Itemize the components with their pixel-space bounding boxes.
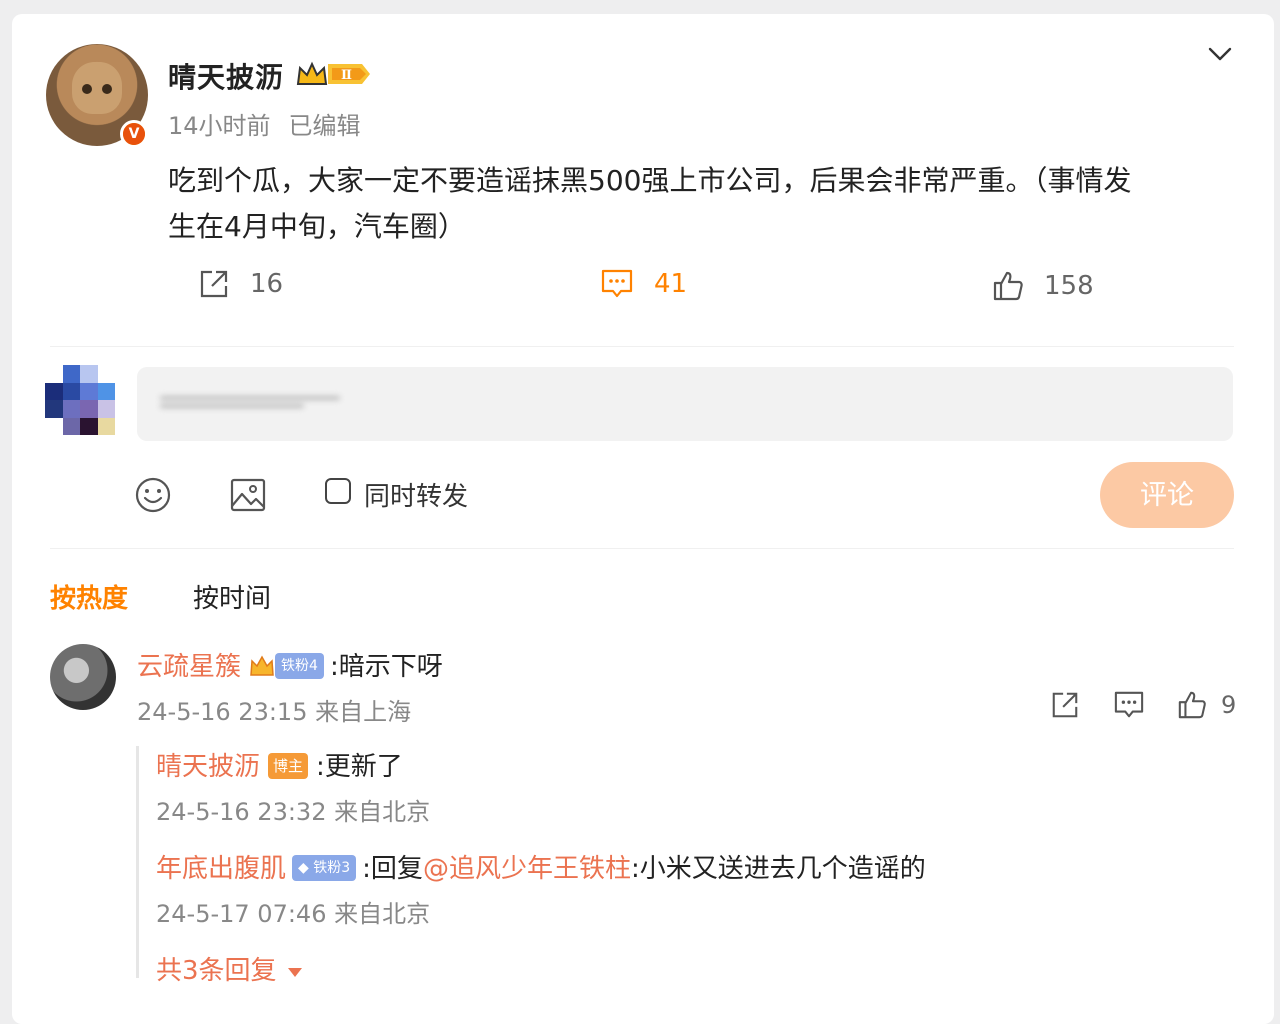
verified-badge: V xyxy=(120,120,148,148)
commenter-name[interactable]: 云疏星簇 xyxy=(137,652,241,682)
repost-checkbox-label[interactable]: 同时转发 xyxy=(364,476,468,513)
share-icon[interactable] xyxy=(1050,690,1080,720)
like-count: 158 xyxy=(1044,271,1094,301)
emoji-icon[interactable] xyxy=(134,476,172,514)
blurred-placeholder xyxy=(160,392,340,416)
thumbs-up-icon xyxy=(1178,691,1206,719)
reply-thread-bar xyxy=(136,746,139,978)
author-name[interactable]: 晴天披沥 xyxy=(168,56,284,96)
host-badge: 博主 xyxy=(268,752,309,779)
eye-right xyxy=(102,84,112,94)
post-text-line-1: 吃到个瓜，大家一定不要造谣抹黑500强上市公司，后果会非常严重。（事情发 xyxy=(168,164,1132,197)
fan-crown-icon xyxy=(250,654,274,676)
commenter-avatar[interactable] xyxy=(50,644,116,710)
eye-left xyxy=(82,84,92,94)
repost-button[interactable]: 16 xyxy=(198,268,283,300)
diamond-icon: ◆ xyxy=(298,859,309,876)
fan-badge[interactable]: ◆ 铁粉3 xyxy=(292,854,357,881)
caret-down-icon xyxy=(287,967,302,977)
tab-sort-time[interactable]: 按时间 xyxy=(193,578,271,615)
post-time: 14小时前 xyxy=(168,112,271,140)
share-icon xyxy=(200,270,228,298)
reply-text: :更新了 xyxy=(316,752,403,782)
reply-time: 24-5-17 07:46 来自北京 xyxy=(156,900,431,928)
fan-badge-label: 铁粉3 xyxy=(313,859,351,876)
reply-author-name[interactable]: 晴天披沥 xyxy=(156,752,260,782)
member-crown-icon[interactable]: Ⅱ xyxy=(296,60,372,88)
reply-time: 24-5-16 23:32 来自北京 xyxy=(156,798,431,826)
comment-icon[interactable] xyxy=(1113,690,1145,720)
comment-count: 41 xyxy=(654,269,688,299)
tab-sort-hot[interactable]: 按热度 xyxy=(50,578,128,615)
comment-line: 云疏星簇 铁粉4:暗示下呀 xyxy=(137,646,443,683)
like-button[interactable]: 158 xyxy=(992,270,1094,302)
chevron-down-icon[interactable] xyxy=(1206,40,1234,68)
fan-badge[interactable]: 铁粉4 xyxy=(275,652,324,679)
comment-like-button[interactable]: 9 xyxy=(1177,690,1236,720)
reply-prefix: :回复 xyxy=(362,854,423,884)
divider xyxy=(50,346,1234,347)
cat-face xyxy=(72,62,122,114)
svg-text:Ⅱ: Ⅱ xyxy=(341,68,352,83)
reply-text: :小米又送进去几个造谣的 xyxy=(630,854,926,884)
repost-count: 16 xyxy=(250,269,284,299)
comment-time: 24-5-16 23:15 来自上海 xyxy=(137,698,412,726)
reply-author-name[interactable]: 年底出腹肌 xyxy=(156,854,286,884)
my-avatar xyxy=(45,365,115,435)
thumbs-up-icon xyxy=(993,271,1023,301)
repost-checkbox[interactable] xyxy=(325,478,351,504)
divider xyxy=(50,548,1234,549)
reply-line: 晴天披沥 博主 :更新了 xyxy=(156,746,403,783)
post-content: 吃到个瓜，大家一定不要造谣抹黑500强上市公司，后果会非常严重。（事情发 生在4… xyxy=(168,158,1238,250)
more-replies-link[interactable]: 共3条回复 xyxy=(156,950,303,987)
post-meta: 14小时前 已编辑 xyxy=(168,106,361,141)
comment-text: :暗示下呀 xyxy=(329,652,443,682)
image-icon[interactable] xyxy=(229,476,267,514)
post-text-line-2: 生在4月中旬，汽车圈） xyxy=(168,210,466,243)
more-replies-label: 共3条回复 xyxy=(156,956,277,986)
edited-label[interactable]: 已编辑 xyxy=(289,112,361,140)
reply-line: 年底出腹肌 ◆ 铁粉3:回复@追风少年王铁柱:小米又送进去几个造谣的 xyxy=(156,848,926,885)
comment-like-count: 9 xyxy=(1221,691,1237,719)
mention-link[interactable]: @追风少年王铁柱 xyxy=(423,854,631,884)
submit-comment-button[interactable]: 评论 xyxy=(1100,462,1234,528)
comment-button[interactable]: 41 xyxy=(600,268,687,300)
comment-icon xyxy=(601,269,633,298)
